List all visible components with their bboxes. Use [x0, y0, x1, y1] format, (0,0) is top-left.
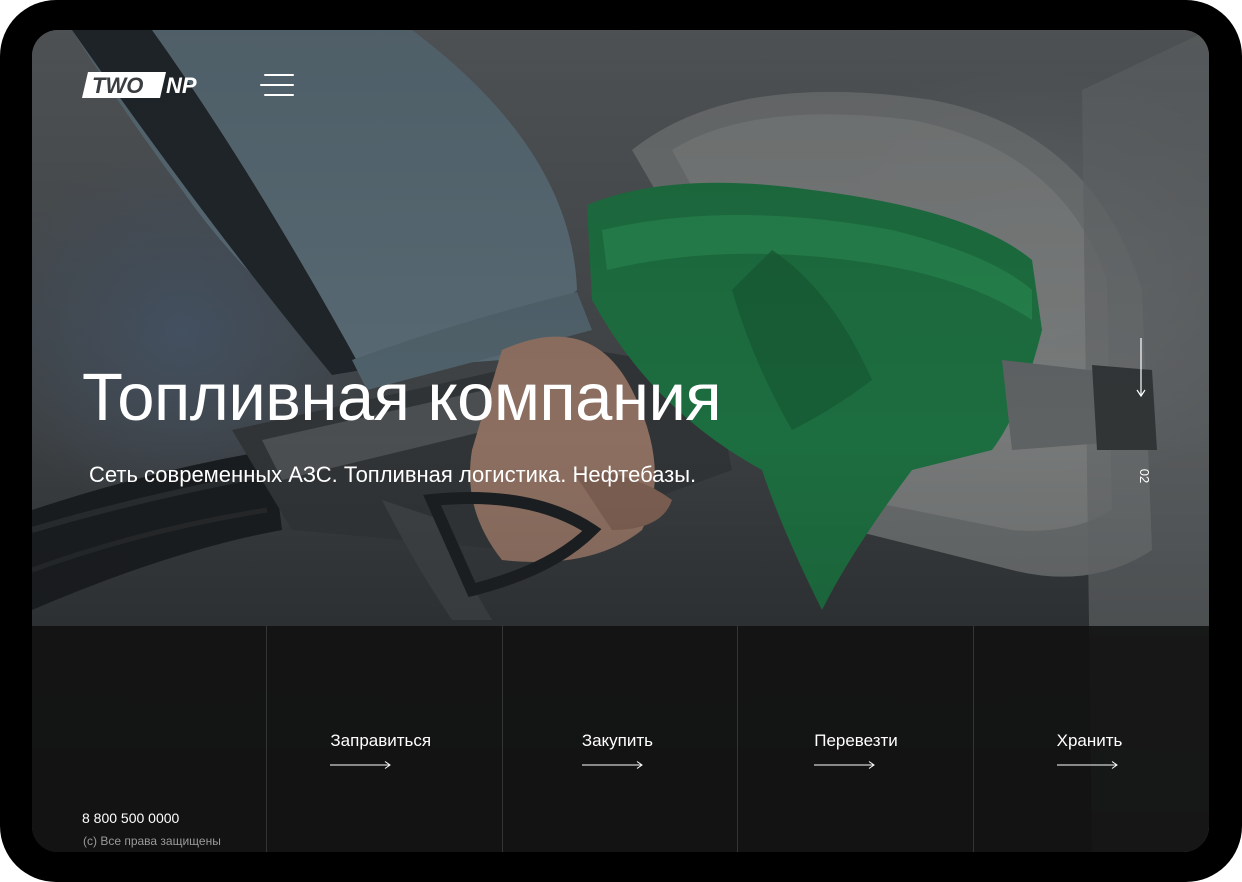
hamburger-menu-icon[interactable] [260, 74, 294, 96]
service-label: Заправиться [330, 731, 432, 750]
logo-mark: TWO NP [82, 72, 197, 98]
copyright-text: (c) Все права защищены [83, 834, 221, 848]
service-purchase-link[interactable]: Закупить [503, 626, 739, 852]
service-label: Хранить [1056, 731, 1123, 750]
service-storage-link[interactable]: Хранить [974, 626, 1209, 852]
slide-counter: 02 [1137, 468, 1152, 484]
screen: TWO NP Топливная компания Сеть современн… [32, 30, 1209, 852]
menu-line-top [264, 74, 294, 76]
menu-line-bottom [264, 94, 294, 96]
bottom-bar: 8 800 500 0000 (c) Все права защищены За… [32, 626, 1209, 852]
logo-text-np: NP [166, 73, 197, 98]
arrow-right-icon [581, 761, 643, 769]
service-transport-link[interactable]: Перевезти [738, 626, 974, 852]
hero-title: Топливная компания [82, 360, 722, 435]
brand-logo[interactable]: TWO NP [82, 72, 212, 98]
arrow-right-icon [330, 761, 392, 769]
arrow-right-icon [814, 761, 876, 769]
service-refuel-link[interactable]: Заправиться [267, 626, 503, 852]
contact-block: 8 800 500 0000 (c) Все права защищены [32, 626, 268, 852]
phone-number[interactable]: 8 800 500 0000 [82, 810, 179, 826]
service-label: Закупить [581, 731, 654, 750]
menu-line-middle [260, 84, 294, 86]
logo-text-two: TWO [92, 73, 143, 98]
arrow-down-icon[interactable] [1134, 338, 1148, 398]
hero-subtitle: Сеть современных АЗС. Топливная логистик… [89, 462, 697, 487]
device-frame: TWO NP Топливная компания Сеть современн… [0, 0, 1242, 882]
arrow-right-icon [1056, 761, 1118, 769]
service-label: Перевезти [814, 731, 898, 750]
